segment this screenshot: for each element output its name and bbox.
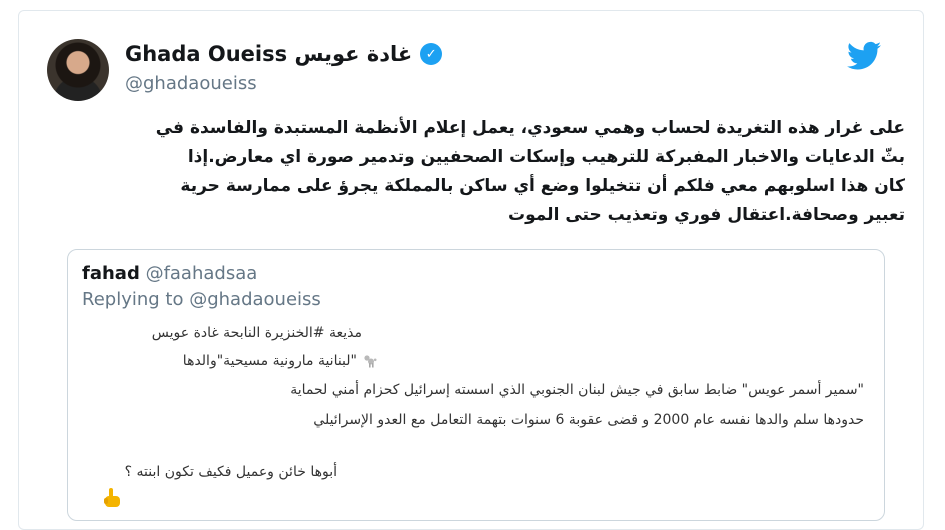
avatar[interactable] [47, 39, 109, 101]
quoted-author: fahad @faahadsaa [82, 263, 257, 284]
quoted-line: مذيعة #الخنزيرة النابحة غادة عويس [151, 325, 362, 341]
quoted-line-with-icon: "لبنانية مارونية مسيحية"والدها [183, 353, 377, 369]
author-handle[interactable]: @ghadaoueiss [125, 73, 257, 94]
quoted-display-name[interactable]: fahad [82, 263, 140, 284]
verified-badge-icon: ✓ [420, 43, 443, 65]
poodle-icon [363, 354, 377, 368]
quoted-line: أبوها خائن وعميل فكيف تكون ابنته ؟ [124, 464, 337, 480]
replying-to[interactable]: Replying to @ghadaoueiss [82, 289, 321, 310]
quoted-line: حدودها سلم والدها نفسه عام 2000 و قضى عق… [313, 412, 864, 428]
quoted-line: "سمير أسمر عويس" ضابط سابق في جيش لبنان … [290, 382, 864, 398]
pointing-finger-icon [104, 488, 120, 507]
author-display-name[interactable]: Ghada Oueiss غادة عويس [125, 42, 412, 66]
tweet-line: كان هذا اسلوبهم معي فلكم أن تتخيلوا وضع … [180, 176, 905, 196]
tweet-text: على غرار هذه التغريدة لحساب وهمي سعودي، … [125, 114, 905, 230]
tweet-line: تعبير وصحافة.اعتقال فوري وتعذيب حتى المو… [508, 205, 905, 225]
twitter-bird-icon[interactable] [847, 41, 881, 71]
quoted-line: "لبنانية مارونية مسيحية"والدها [182, 353, 357, 369]
quoted-handle[interactable]: @faahadsaa [146, 263, 258, 284]
author-name-row: Ghada Oueiss غادة عويس ✓ [125, 39, 443, 69]
quoted-tweet[interactable]: fahad @faahadsaa Replying to @ghadaoueis… [67, 249, 885, 521]
tweet-card: Ghada Oueiss غادة عويس ✓ @ghadaoueiss عل… [18, 10, 924, 530]
tweet-line: على غرار هذه التغريدة لحساب وهمي سعودي، … [155, 118, 905, 138]
tweet-line: بثّ الدعايات والاخبار المفبركة للترهيب و… [187, 147, 905, 167]
